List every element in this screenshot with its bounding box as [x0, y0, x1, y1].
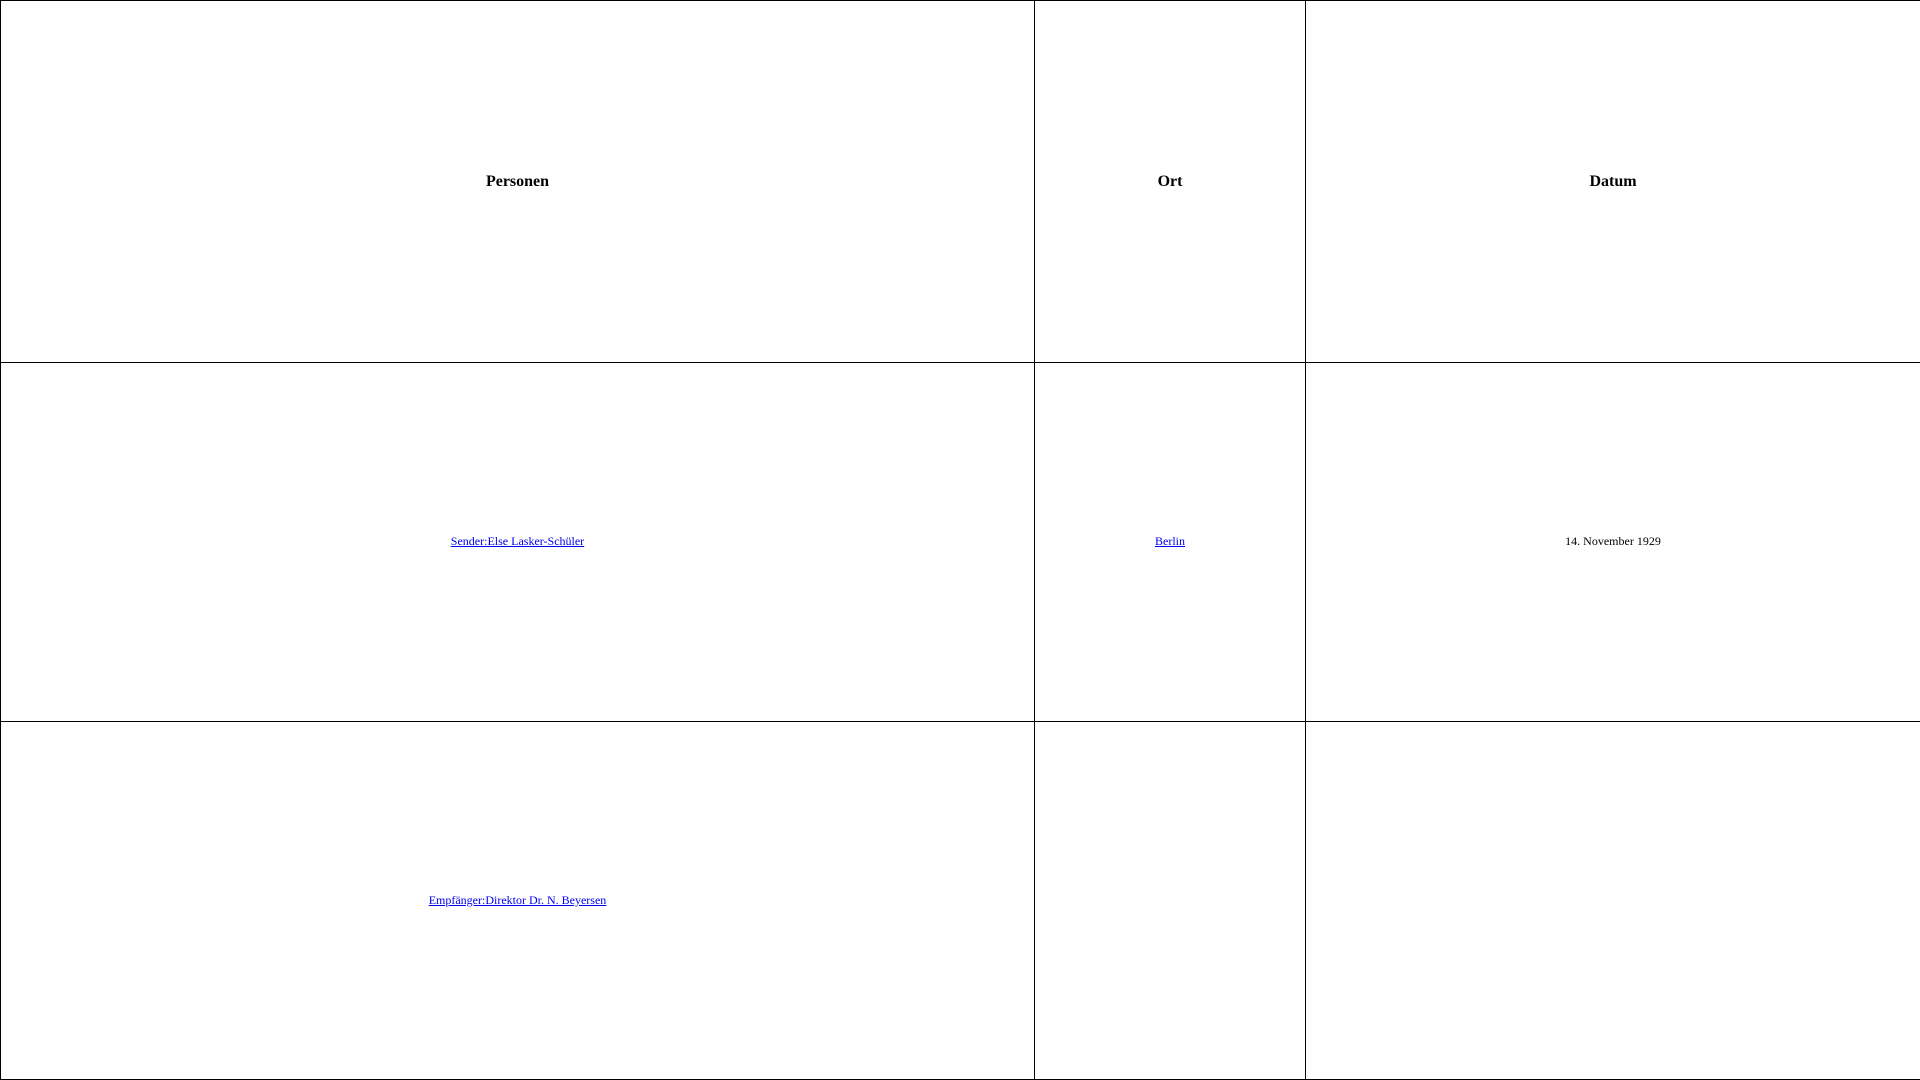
place-link[interactable]: Berlin — [1155, 534, 1185, 548]
cell-person: Sender:Else Lasker-Schüler — [0, 362, 1035, 722]
cell-place: Berlin — [1034, 362, 1306, 722]
header-persons: Personen — [0, 0, 1035, 364]
header-date: Datum — [1305, 0, 1920, 364]
cell-person: Empfänger:Direktor Dr. N. Beyersen — [0, 720, 1035, 1080]
header-place: Ort — [1034, 0, 1306, 364]
table-row: Empfänger:Direktor Dr. N. Beyersen — [0, 720, 1920, 1080]
table-row: Sender:Else Lasker-Schüler Berlin 14. No… — [0, 362, 1920, 722]
cell-place — [1034, 720, 1306, 1080]
sender-link[interactable]: Sender:Else Lasker-Schüler — [451, 534, 584, 548]
cell-date: 14. November 1929 — [1305, 362, 1920, 722]
table-header-row: Personen Ort Datum — [0, 0, 1920, 364]
letter-metadata-table: Personen Ort Datum Sender:Else Lasker-Sc… — [0, 0, 1920, 1080]
cell-date — [1305, 720, 1920, 1080]
recipient-link[interactable]: Empfänger:Direktor Dr. N. Beyersen — [429, 893, 607, 907]
